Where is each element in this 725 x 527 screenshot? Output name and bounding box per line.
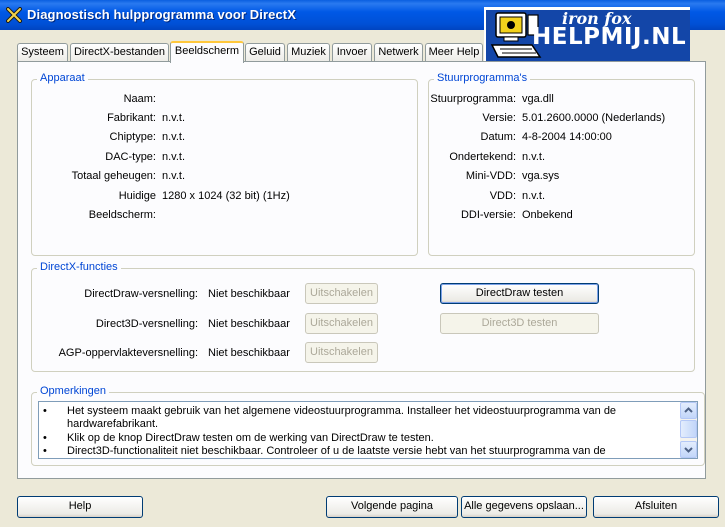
disable-directdraw-button[interactable]: Uitschakelen xyxy=(305,283,378,304)
driver-label-driver: Stuurprogramma: xyxy=(430,93,516,105)
device-legend: Apparaat xyxy=(37,72,88,84)
close-button[interactable]: Afsluiten xyxy=(593,496,719,518)
bullet-icon: • xyxy=(43,432,47,444)
driver-value-signed: n.v.t. xyxy=(522,151,546,163)
bullet-icon: • xyxy=(43,445,47,457)
tab-meer-help[interactable]: Meer Help xyxy=(425,43,483,62)
test-direct3d-button[interactable]: Direct3D testen xyxy=(440,313,599,334)
device-value-current-mode: 1280 x 1024 (32 bit) (1Hz) xyxy=(162,190,290,202)
device-label-manufacturer: Fabrikant: xyxy=(107,112,156,124)
device-label-monitor: Beeldscherm: xyxy=(88,209,156,221)
tab-netwerk[interactable]: Netwerk xyxy=(374,43,423,62)
disable-direct3d-button[interactable]: Uitschakelen xyxy=(305,313,378,334)
chevron-up-icon xyxy=(684,407,693,413)
driver-value-date: 4-8-2004 14:00:00 xyxy=(522,131,612,143)
device-group: Apparaat xyxy=(31,72,418,256)
save-all-button[interactable]: Alle gegevens opslaan... xyxy=(461,496,587,518)
notes-listbox[interactable]: • Het systeem maakt gebruik van het alge… xyxy=(38,401,698,459)
next-page-button[interactable]: Volgende pagina xyxy=(326,496,458,518)
driver-label-date: Datum: xyxy=(480,131,516,143)
test-directdraw-button[interactable]: DirectDraw testen xyxy=(440,283,599,304)
tab-muziek[interactable]: Muziek xyxy=(287,43,330,62)
directdraw-accel-value: Niet beschikbaar xyxy=(208,288,290,300)
directx-features-legend: DirectX-functies xyxy=(37,261,121,273)
tab-directx-bestanden[interactable]: DirectX-bestanden xyxy=(70,43,169,62)
agp-accel-value: Niet beschikbaar xyxy=(208,347,290,359)
driver-value-vdd: n.v.t. xyxy=(522,190,546,202)
chevron-down-icon xyxy=(684,447,693,453)
driver-label-signed: Ondertekend: xyxy=(449,151,516,163)
directx-app-icon xyxy=(6,7,22,23)
tab-beeldscherm[interactable]: Beeldscherm xyxy=(170,41,244,63)
notes-legend: Opmerkingen xyxy=(37,385,110,397)
direct3d-accel-value: Niet beschikbaar xyxy=(208,318,290,330)
device-label-chiptype: Chiptype: xyxy=(109,131,156,143)
direct3d-accel-label: Direct3D-versnelling: xyxy=(95,318,198,330)
driver-label-mini-vdd: Mini-VDD: xyxy=(465,170,516,182)
tab-systeem[interactable]: Systeem xyxy=(17,43,68,62)
device-value-memory: n.v.t. xyxy=(162,170,186,182)
tab-invoer[interactable]: Invoer xyxy=(332,43,372,62)
scroll-down-button[interactable] xyxy=(680,441,697,458)
driver-label-vdd: VDD: xyxy=(489,190,516,202)
driver-value-mini-vdd: vga.sys xyxy=(522,170,560,182)
device-value-dactype: n.v.t. xyxy=(162,151,186,163)
driver-value-version: 5.01.2600.0000 (Nederlands) xyxy=(522,112,666,124)
helpmij-logo: iron fox HELPMIJ.NL xyxy=(484,7,690,65)
device-label-dactype: DAC-type: xyxy=(105,151,156,163)
agp-accel-label: AGP-oppervlakteversnelling: xyxy=(58,347,198,359)
disable-agp-button[interactable]: Uitschakelen xyxy=(305,342,378,363)
driver-label-ddi: DDI-versie: xyxy=(460,209,516,221)
logo-text-helpmij: HELPMIJ.NL xyxy=(532,24,687,50)
driver-value-driver: vga.dll xyxy=(522,93,554,105)
scroll-up-button[interactable] xyxy=(680,402,697,419)
tab-geluid[interactable]: Geluid xyxy=(245,43,285,62)
help-button[interactable]: Help xyxy=(17,496,143,518)
notes-scrollbar[interactable] xyxy=(680,402,697,458)
device-label-name: Naam: xyxy=(123,93,156,105)
scroll-thumb[interactable] xyxy=(680,420,697,438)
driver-value-ddi: Onbekend xyxy=(522,209,573,221)
directdraw-accel-label: DirectDraw-versnelling: xyxy=(84,288,198,300)
driver-label-version: Versie: xyxy=(482,112,516,124)
device-value-manufacturer: n.v.t. xyxy=(162,112,186,124)
driver-legend: Stuurprogramma's xyxy=(434,72,531,84)
device-value-chiptype: n.v.t. xyxy=(162,131,186,143)
device-label-memory: Totaal geheugen: xyxy=(71,170,156,182)
window-title: Diagnostisch hulpprogramma voor DirectX xyxy=(27,7,297,22)
bullet-icon: • xyxy=(43,405,47,417)
driver-group: Stuurprogramma's xyxy=(428,72,695,256)
device-label-current-mode: Huidige xyxy=(118,190,156,202)
